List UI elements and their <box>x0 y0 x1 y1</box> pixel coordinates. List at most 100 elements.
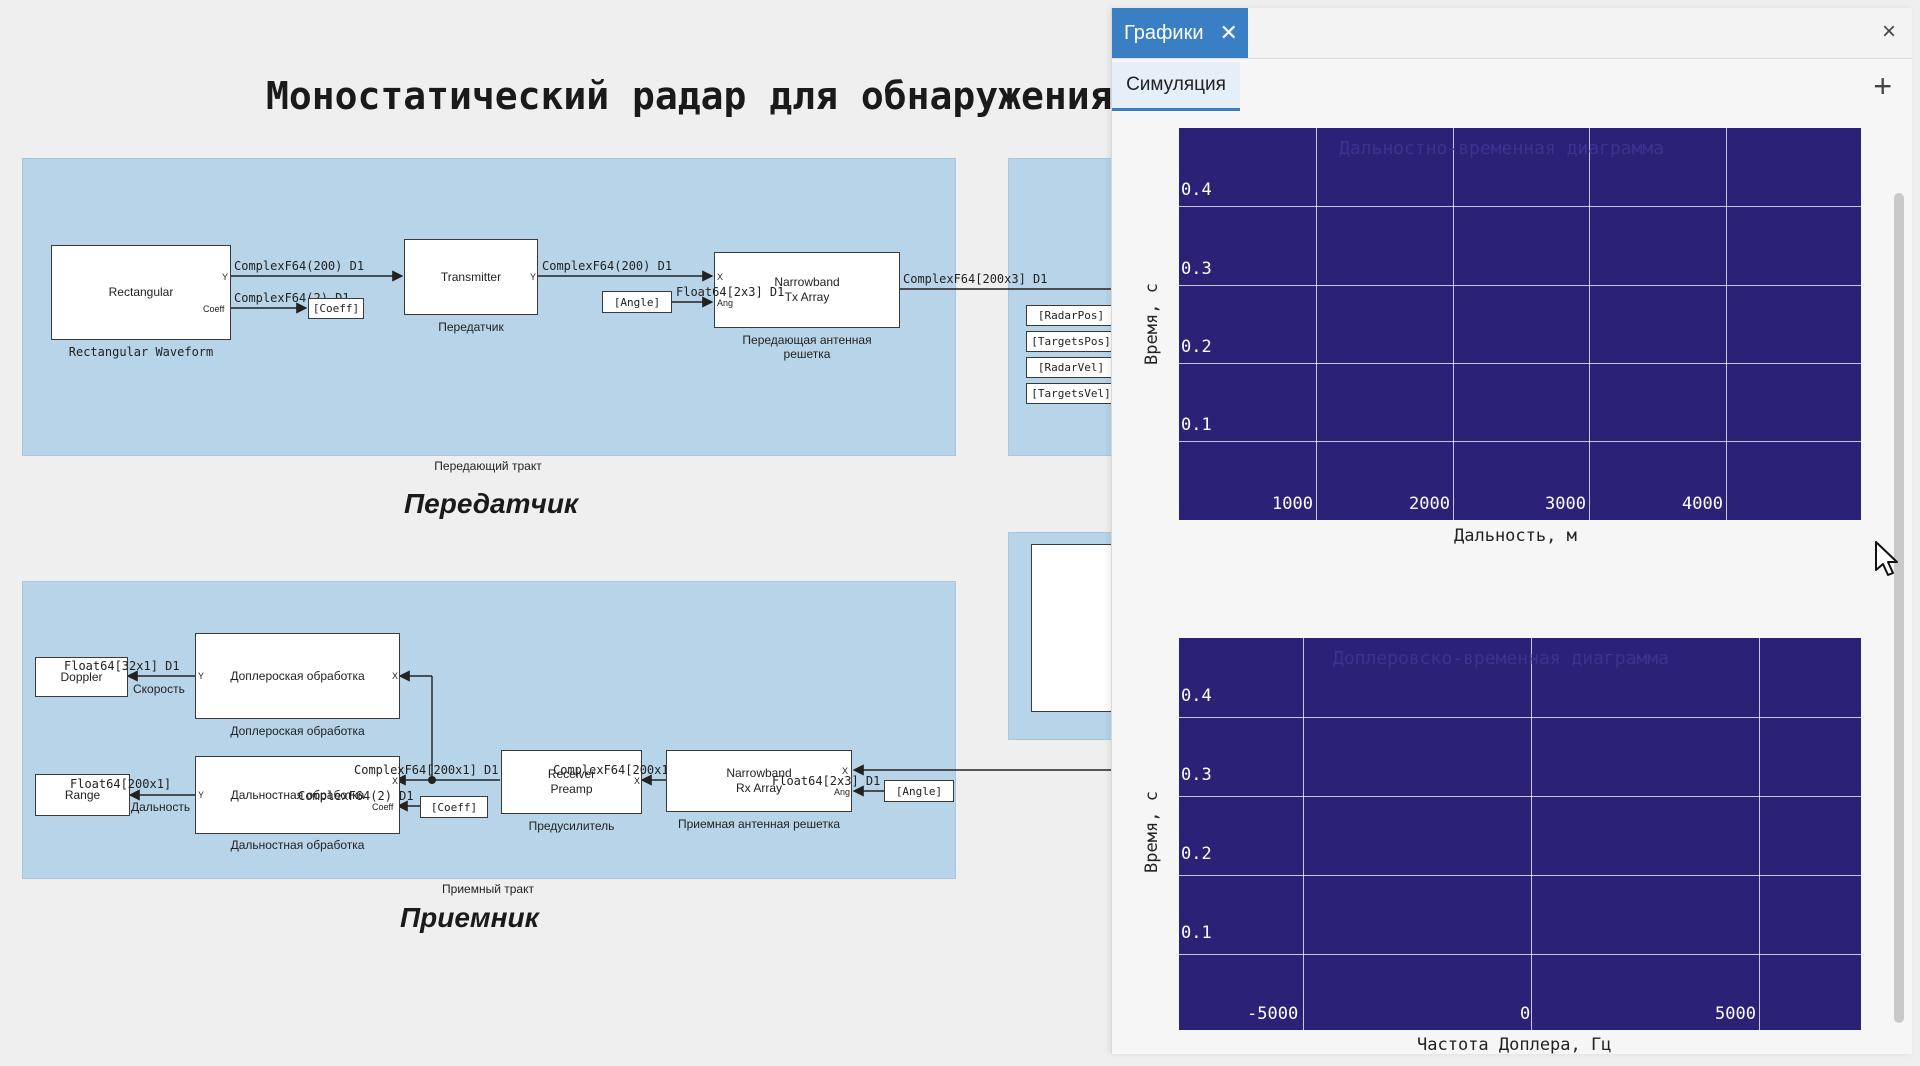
plot1-xtick: 1000 <box>1272 494 1313 514</box>
rx-array-caption: Приемная антенная решетка <box>677 817 841 831</box>
signal-label-1: ComplexF64(200) D1 <box>234 259 365 273</box>
grid-line <box>1589 128 1590 520</box>
coeff-goto-tag[interactable]: [Coeff] <box>308 298 364 319</box>
plot2-xtick: 5000 <box>1715 1004 1756 1024</box>
model-canvas[interactable]: Моностатический радар для обнаружения Re… <box>0 0 1112 1066</box>
env-tag-radarvel[interactable]: [RadarVel] <box>1026 357 1112 378</box>
doppler-side-label: Скорость <box>133 682 185 696</box>
tx-port-y: Y <box>530 272 537 282</box>
plot1-xtick: 3000 <box>1545 494 1586 514</box>
grid-line <box>1303 638 1304 1030</box>
transmitter-caption: Передатчик <box>438 320 504 334</box>
tx-array-caption-2: решетка <box>783 347 831 361</box>
tab-close-icon[interactable]: ✕ <box>1220 20 1238 46</box>
grid-line <box>1179 363 1861 364</box>
signal-label-4: Float64[2x3] D1 <box>676 285 785 299</box>
grid-line <box>1531 638 1532 1030</box>
preamp-caption: Предусилитель <box>528 819 615 833</box>
doppler-processing-caption: Доплероская обработка <box>230 724 365 738</box>
rx-angle-signal-label: Float64[2x3] D1 <box>772 774 881 788</box>
env-tag-targetspos[interactable]: [TargetsPos] <box>1026 331 1112 352</box>
plot1-ytick: 0.3 <box>1181 259 1212 279</box>
signal-label-5: ComplexF64[200x3] D1 <box>903 272 1048 286</box>
tab-plots[interactable]: Графики ✕ <box>1112 8 1248 58</box>
transmitter-block[interactable]: Transmitter <box>404 239 538 315</box>
signal-lines <box>126 270 1112 812</box>
transmitter-label: Transmitter <box>440 269 502 284</box>
tx-array-line2: Tx Array <box>784 290 830 304</box>
panel-scrollbar[interactable] <box>1894 193 1904 1023</box>
range-processing-caption: Дальностная обработка <box>230 838 365 852</box>
range-port-x: X <box>392 776 399 786</box>
range-port-coeff: Coeff <box>372 802 394 812</box>
plot1-xlabel: Дальность, м <box>1454 526 1577 546</box>
rect-caption: Rectangular Waveform <box>68 345 214 359</box>
grid-line <box>1179 954 1861 955</box>
range-signal-label: Float64[200x1] <box>70 777 172 791</box>
add-plot-icon[interactable]: + <box>1873 68 1892 105</box>
plot1-ytick: 0.1 <box>1181 415 1212 435</box>
grid-line <box>1179 717 1861 718</box>
plot2-ytick: 0.2 <box>1181 844 1212 864</box>
plot1-xtick: 2000 <box>1409 494 1450 514</box>
grid-line <box>1726 128 1727 520</box>
plot2-ytick: 0.4 <box>1181 686 1212 706</box>
doppler-signal-label: Float64[32x1] D1 <box>64 659 180 673</box>
plot1-ylabel: Время, с <box>1142 283 1162 365</box>
preamp-port-x: X <box>634 776 641 786</box>
grid-line <box>1179 796 1861 797</box>
range-time-plot[interactable]: Дальностно-временная диаграмма 0.4 0.3 0… <box>1179 128 1861 520</box>
coeff-signal-label: ComplexF64(2) D1 <box>298 789 414 803</box>
rx-angle-from-tag[interactable]: [Angle] <box>884 780 954 802</box>
plot2-xtick: -5000 <box>1247 1004 1299 1024</box>
mouse-cursor-icon <box>1875 541 1898 576</box>
plot2-ylabel: Время, с <box>1142 791 1162 873</box>
rect-port-coeff: Coeff <box>203 304 225 314</box>
range-port-y: Y <box>198 790 205 800</box>
rectangular-waveform-block[interactable]: Rectangular <box>51 245 231 340</box>
rect-port-y: Y <box>222 272 229 282</box>
plots-panel: Графики ✕ × Симуляция + Дальностно-време… <box>1111 8 1912 1055</box>
grid-line <box>1179 441 1861 442</box>
range-input-signal-label: ComplexF64[200x1] D1 <box>354 763 499 777</box>
preamp-line2: Preamp <box>550 782 593 796</box>
plot2-xlabel: Частота Доплера, Гц <box>1417 1035 1612 1055</box>
plot1-ytick: 0.2 <box>1181 337 1212 357</box>
plot2-xtick: 0 <box>1520 1004 1531 1024</box>
tx-array-caption-1: Передающая антенная <box>742 333 872 347</box>
range-side-label: Дальность <box>131 800 191 814</box>
rx-coeff-from-tag[interactable]: [Coeff] <box>420 796 488 818</box>
receiver-area-caption: Приемный тракт <box>442 882 534 896</box>
tx-array-port-ang: Ang <box>717 298 734 308</box>
doppler-processing-label: Доплероская обработка <box>230 668 365 683</box>
plot1-title: Дальностно-временная диаграмма <box>1339 138 1665 159</box>
rectangular-label: Rectangular <box>108 285 174 299</box>
angle-from-tag[interactable]: [Angle] <box>602 291 672 313</box>
env-tag-radarpos[interactable]: [RadarPos] <box>1026 305 1112 326</box>
doppler-time-plot[interactable]: Доплеровско-временная диаграмма 0.4 0.3 … <box>1179 638 1861 1030</box>
grid-line <box>1453 128 1454 520</box>
plot2-title: Доплеровско-временная диаграмма <box>1333 648 1669 669</box>
tx-array-port-x: X <box>717 272 724 282</box>
panel-subtab-bar: Симуляция + <box>1112 58 1912 118</box>
grid-line <box>1179 206 1861 207</box>
plot1-ytick: 0.4 <box>1181 180 1212 200</box>
env-tag-targetsvel[interactable]: [TargetsVel] <box>1026 383 1112 404</box>
grid-line <box>1759 638 1760 1030</box>
grid-line <box>1179 285 1861 286</box>
doppler-port-x: X <box>392 671 399 681</box>
grid-line <box>1179 875 1861 876</box>
panel-close-icon[interactable]: × <box>1882 18 1896 46</box>
preamp-block[interactable]: Receiver Preamp <box>501 750 642 814</box>
rx-array-port-ang: Ang <box>834 787 851 797</box>
panel-tab-bar: Графики ✕ × <box>1112 8 1912 59</box>
tab-simulation[interactable]: Симуляция <box>1112 62 1240 111</box>
transmitter-area-caption: Передающий тракт <box>434 459 542 473</box>
grid-line <box>1316 128 1317 520</box>
doppler-processing-block[interactable]: Доплероская обработка <box>195 633 400 719</box>
plot1-xtick: 4000 <box>1682 494 1723 514</box>
tab-plots-label: Графики <box>1124 21 1204 44</box>
signal-label-3: ComplexF64(200) D1 <box>542 259 673 273</box>
doppler-port-y: Y <box>198 671 205 681</box>
plot2-ytick: 0.3 <box>1181 765 1212 785</box>
